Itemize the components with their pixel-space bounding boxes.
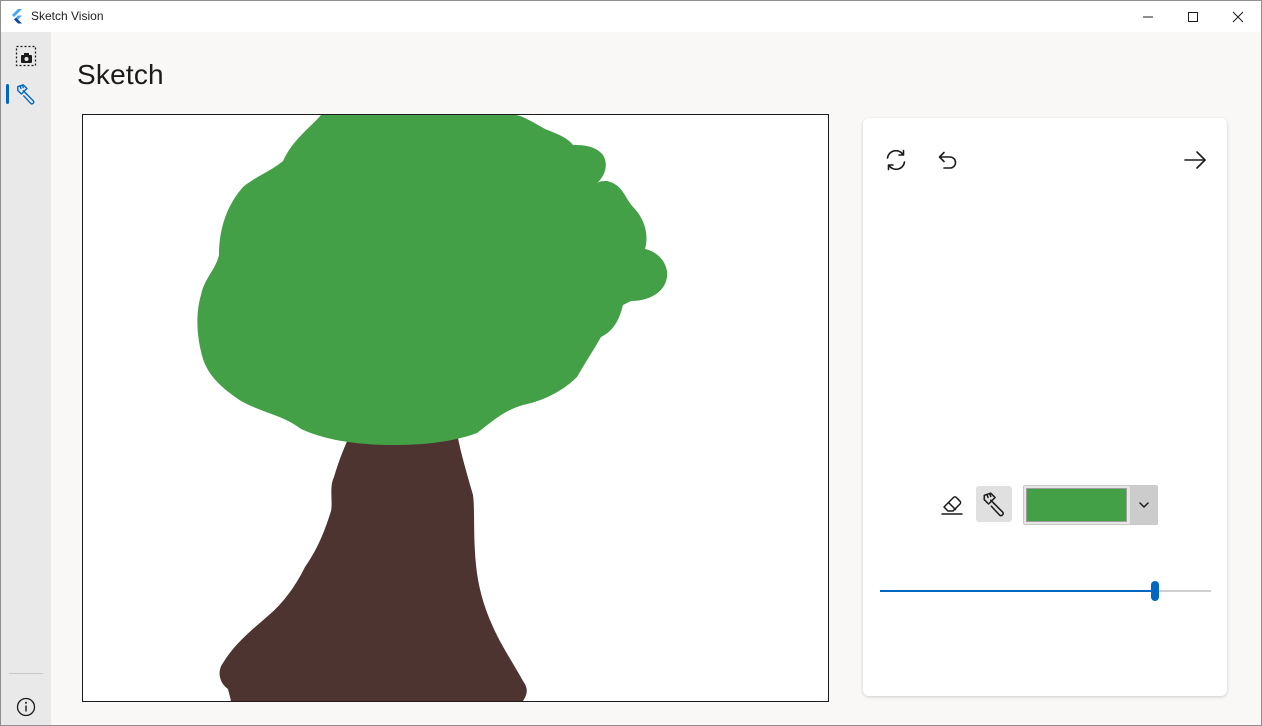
tool-panel [863,118,1227,696]
slider-thumb[interactable] [1150,581,1159,601]
sketch-canvas[interactable] [82,114,829,702]
app-window: Sketch Vision Sketch [0,0,1262,726]
brush-tool-button[interactable] [976,486,1012,522]
sketch-drawing [197,115,668,701]
minimize-icon [1143,16,1153,17]
nav-item-info[interactable] [5,689,47,725]
maximize-button[interactable] [1170,1,1216,32]
minimize-button[interactable] [1125,1,1171,32]
eraser-tool-button[interactable] [934,486,970,522]
navigation-rail [1,32,51,725]
brush-icon [983,492,1004,517]
slider-fill [880,590,1155,592]
eraser-icon [941,496,963,515]
brush-size-slider[interactable] [880,580,1211,602]
screen-capture-icon [15,45,37,67]
undo-icon [938,151,957,169]
tree-trunk [219,433,527,701]
arrow-right-icon [1184,151,1206,169]
nav-divider [9,673,43,674]
nav-item-sketch[interactable] [5,76,47,112]
close-icon [1232,11,1244,22]
chevron-down-icon [1138,502,1149,508]
page-title: Sketch [77,59,164,90]
refresh-icon [886,149,906,171]
color-picker[interactable] [1023,485,1158,525]
next-button[interactable] [1177,142,1213,178]
brush-icon [17,84,35,105]
tree-foliage [197,115,668,445]
window-title: Sketch Vision [31,9,104,23]
color-dropdown-button[interactable] [1130,486,1157,524]
title-bar: Sketch Vision [1,1,1261,32]
info-icon [16,697,36,717]
color-swatch[interactable] [1026,488,1127,522]
flutter-logo-icon [12,9,22,24]
nav-item-capture[interactable] [5,38,47,74]
close-button[interactable] [1215,1,1261,32]
undo-button[interactable] [929,142,965,178]
maximize-icon [1188,11,1198,22]
reset-button[interactable] [878,142,914,178]
